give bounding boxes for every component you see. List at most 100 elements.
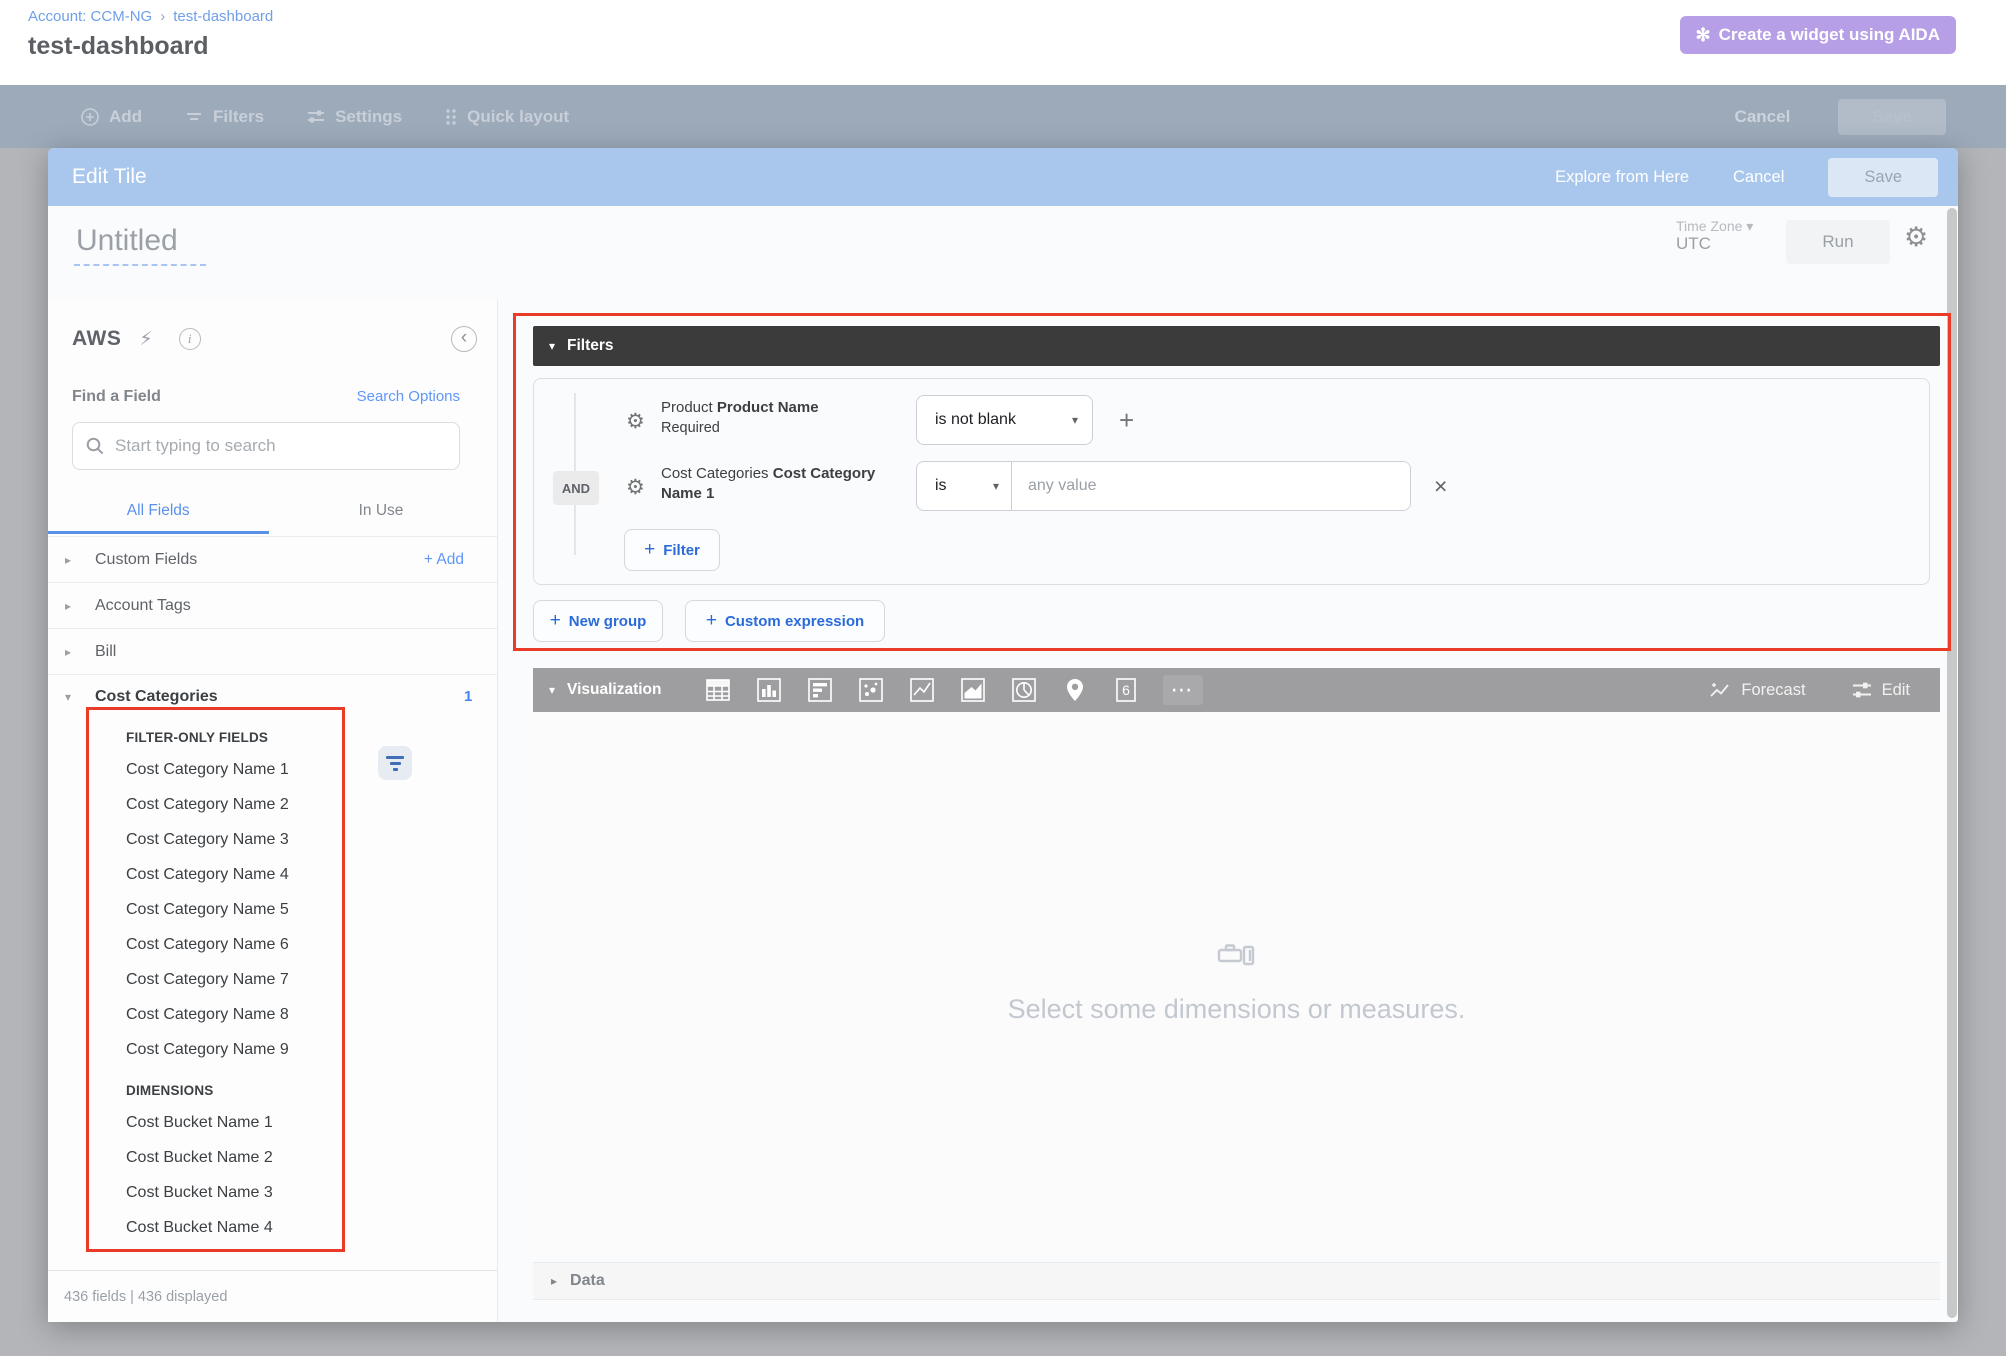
filter-row-product-name: ⚙ Product Product Name Required is not b…	[534, 395, 1929, 451]
operator-dropdown[interactable]: is ▾	[917, 462, 1012, 510]
filter-row-cost-category: AND ⚙ Cost Categories Cost Category Name…	[534, 461, 1929, 517]
breadcrumb: Account: CCM-NG › test-dashboard	[28, 8, 273, 25]
field-group-bill[interactable]: ▸ Bill	[48, 628, 498, 674]
viz-single-value-icon[interactable]: 6	[1112, 676, 1140, 704]
data-section-header[interactable]: ▸ Data	[533, 1262, 1940, 1300]
field-item[interactable]: Cost Bucket Name 3	[126, 1175, 498, 1210]
field-group-custom-fields[interactable]: ▸ Custom Fields + Add	[48, 536, 498, 582]
aida-sparkle-icon: ✻	[1696, 25, 1711, 46]
filter-only-fields-header: FILTER-ONLY FIELDS	[126, 730, 498, 752]
timezone-value: UTC	[1676, 235, 1753, 252]
viz-area-chart-icon[interactable]	[959, 676, 987, 704]
breadcrumb-separator: ›	[160, 8, 165, 25]
visualization-empty-state: Select some dimensions or measures.	[533, 712, 1940, 1255]
lightning-icon: ⚡	[139, 328, 152, 351]
field-item[interactable]: Cost Bucket Name 2	[126, 1140, 498, 1175]
filter-gear-icon[interactable]: ⚙	[626, 475, 645, 500]
viz-line-chart-icon[interactable]	[908, 676, 936, 704]
filter-field-group: Cost Categories	[661, 465, 769, 482]
filters-section-header[interactable]: ▾ Filters	[533, 326, 1940, 366]
tab-all-fields[interactable]: All Fields	[48, 492, 269, 534]
explore-from-here-link[interactable]: Explore from Here	[1555, 168, 1689, 187]
field-group-account-tags[interactable]: ▸ Account Tags	[48, 582, 498, 628]
filter-required-note: Required	[661, 418, 876, 438]
viz-map-icon[interactable]	[1061, 676, 1089, 704]
toolbar-settings-button: Settings	[306, 107, 402, 127]
filter-group: ⚙ Product Product Name Required is not b…	[533, 378, 1930, 585]
aida-button-label: Create a widget using AIDA	[1719, 25, 1940, 45]
viz-more-icon[interactable]: ⋯	[1163, 675, 1203, 705]
timezone-label: Time Zone	[1676, 218, 1742, 234]
viz-pie-chart-icon[interactable]	[1010, 676, 1038, 704]
field-search-box[interactable]	[72, 422, 460, 470]
field-item[interactable]: Cost Category Name 2	[126, 787, 498, 822]
remove-filter-icon[interactable]: ×	[1434, 473, 1447, 500]
timezone-selector[interactable]: Time Zone ▾ UTC	[1676, 218, 1753, 252]
svg-text:6: 6	[1122, 682, 1130, 698]
and-logic-chip[interactable]: AND	[553, 471, 599, 505]
operator-dropdown[interactable]: is not blank ▾	[916, 395, 1093, 445]
search-icon	[85, 436, 105, 456]
viz-scatter-icon[interactable]	[857, 676, 885, 704]
add-circle-icon	[80, 107, 100, 127]
toolbar-filters-button: Filters	[184, 107, 264, 127]
edit-tile-modal: Edit Tile Explore from Here Cancel Save …	[48, 148, 1958, 1322]
field-picker-sidebar: AWS ⚡ i ‹ Find a Field Search Options Al…	[48, 300, 498, 1322]
caret-down-icon: ▾	[549, 339, 555, 353]
custom-fields-add-button[interactable]: + Add	[424, 551, 464, 569]
caret-down-icon[interactable]: ▾	[549, 683, 555, 697]
field-search-input[interactable]	[115, 436, 447, 456]
field-item[interactable]: Cost Category Name 6	[126, 927, 498, 962]
field-item[interactable]: Cost Category Name 1	[126, 752, 498, 787]
dimensions-list: Cost Bucket Name 1Cost Bucket Name 2Cost…	[48, 1105, 498, 1245]
toolbar-quick-layout-button: Quick layout	[444, 107, 569, 127]
create-widget-aida-button[interactable]: ✻ Create a widget using AIDA	[1680, 16, 1956, 54]
breadcrumb-account-link[interactable]: Account: CCM-NG	[28, 8, 152, 25]
viz-edit-button[interactable]: Edit	[1852, 681, 1910, 700]
viz-table-icon[interactable]	[704, 676, 732, 704]
toolbar-save-button: Save	[1838, 99, 1946, 135]
filter-value-input[interactable]	[1012, 462, 1410, 510]
toolbar-add-button: Add	[80, 107, 142, 127]
field-item[interactable]: Cost Category Name 9	[126, 1032, 498, 1067]
filter-only-fields-list: Cost Category Name 1Cost Category Name 2…	[48, 752, 498, 1067]
modal-cancel-button[interactable]: Cancel	[1733, 168, 1784, 187]
explore-content: ▾ Filters ⚙ Product Product Name Require…	[533, 300, 1940, 1322]
viz-bar-chart-icon[interactable]	[806, 676, 834, 704]
modal-title: Edit Tile	[72, 165, 147, 189]
add-value-plus-icon[interactable]: +	[1119, 405, 1134, 436]
field-item[interactable]: Cost Category Name 3	[126, 822, 498, 857]
field-item[interactable]: Cost Bucket Name 4	[126, 1210, 498, 1245]
caret-right-icon: ▸	[65, 645, 82, 659]
collapse-panel-icon[interactable]: ‹	[451, 326, 477, 352]
field-item[interactable]: Cost Category Name 7	[126, 962, 498, 997]
caret-down-icon: ▾	[993, 479, 999, 493]
filter-gear-icon[interactable]: ⚙	[626, 409, 645, 434]
viz-column-chart-icon[interactable]	[755, 676, 783, 704]
run-button[interactable]: Run	[1786, 220, 1890, 264]
field-item[interactable]: Cost Category Name 8	[126, 997, 498, 1032]
field-group-cost-categories[interactable]: ▾ Cost Categories	[48, 674, 498, 718]
field-item[interactable]: Cost Bucket Name 1	[126, 1105, 498, 1140]
custom-expression-button[interactable]: +Custom expression	[685, 600, 885, 642]
modal-scrollbar[interactable]	[1947, 208, 1957, 1318]
gear-icon[interactable]: ⚙	[1904, 222, 1928, 253]
tab-in-use[interactable]: In Use	[269, 492, 494, 534]
info-icon[interactable]: i	[179, 328, 201, 350]
modal-save-button[interactable]: Save	[1828, 158, 1938, 197]
fields-count-text: 436 fields | 436 displayed	[64, 1289, 227, 1305]
field-item[interactable]: Cost Category Name 5	[126, 892, 498, 927]
explore-name: AWS	[72, 327, 121, 351]
forecast-button[interactable]: Forecast	[1709, 680, 1805, 700]
filter-field-button[interactable]	[378, 746, 412, 780]
flashlight-icon	[1217, 942, 1257, 968]
filter-lines-icon	[184, 108, 204, 126]
new-group-button[interactable]: +New group	[533, 600, 663, 642]
search-options-link[interactable]: Search Options	[357, 388, 460, 405]
breadcrumb-page-link[interactable]: test-dashboard	[173, 8, 273, 25]
field-item[interactable]: Cost Category Name 4	[126, 857, 498, 892]
add-filter-button[interactable]: +Filter	[624, 529, 720, 571]
cost-categories-in-use-count: 1	[464, 688, 472, 705]
tile-title-input[interactable]: Untitled	[74, 224, 206, 266]
dashboard-toolbar: Add Filters Settings Quick layout Cancel…	[0, 85, 2006, 148]
